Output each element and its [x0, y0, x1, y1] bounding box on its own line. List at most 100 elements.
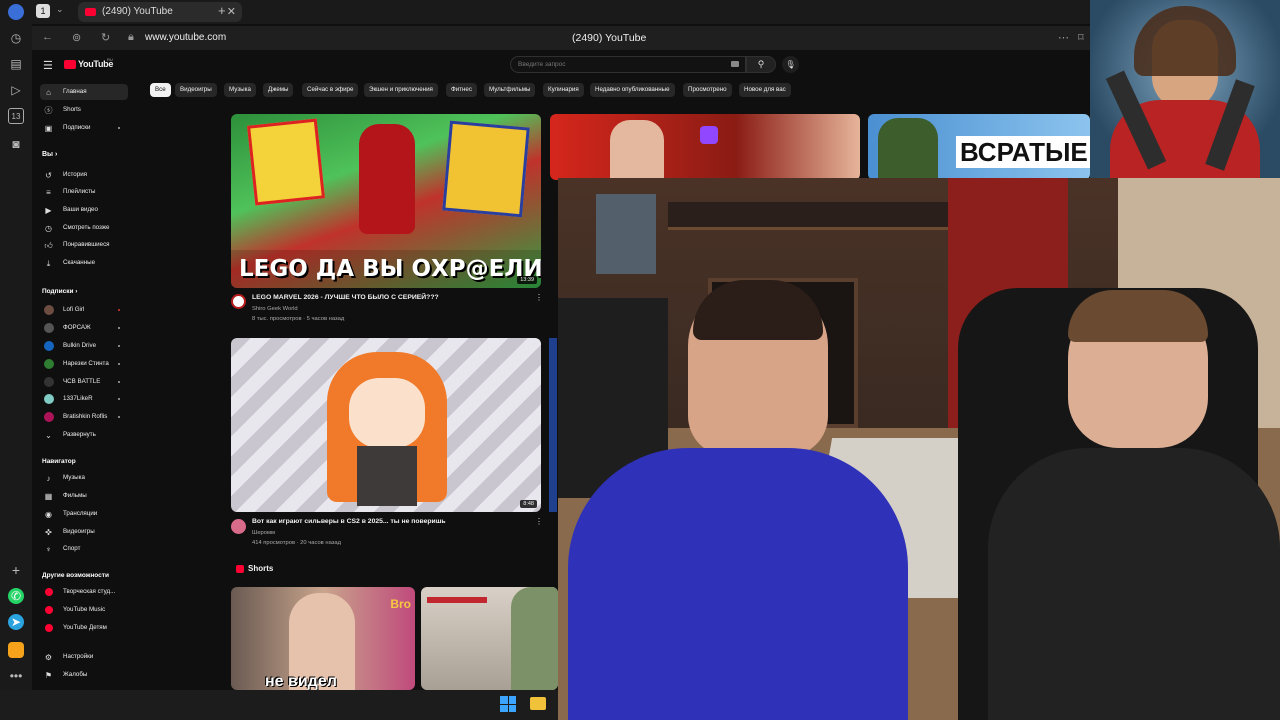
chevron-down-icon[interactable]: ⌄	[56, 4, 64, 15]
you-header[interactable]: Вы ›	[42, 151, 57, 158]
sidebar-item-history[interactable]: ↺ История	[40, 167, 128, 183]
avatar	[44, 394, 54, 404]
live-icon: ◉	[45, 510, 52, 519]
video-thumbnail[interactable]	[549, 338, 557, 512]
chip-cartoons[interactable]: Мультфильмы	[484, 83, 536, 97]
url-field[interactable]: www.youtube.com	[145, 32, 226, 43]
new-tab-icon[interactable]: +	[218, 3, 226, 18]
sidebar-item-watch-later[interactable]: ◷ Смотреть позже	[40, 220, 128, 236]
chip-action[interactable]: Экшен и приключения	[364, 83, 438, 97]
sidebar-sub-stint[interactable]: Нарезки Стинта	[40, 356, 128, 372]
sidebar-item-live[interactable]: ◉ Трансляции	[40, 506, 128, 522]
play-icon[interactable]: ▷	[8, 82, 24, 98]
notes-icon[interactable]: ▤	[8, 56, 24, 72]
more-icon[interactable]: •••	[8, 668, 24, 684]
sidebar-item-studio[interactable]: Творческая студ...	[40, 584, 128, 600]
sidebar-sub-bratishkin[interactable]: Bratishkin Roflis	[40, 409, 128, 425]
sidebar-item-subscriptions[interactable]: ▣ Подписки	[40, 120, 128, 136]
more-options-icon[interactable]: ⋮	[535, 517, 543, 526]
sidebar-item-shorts[interactable]: ⓢ Shorts	[40, 102, 128, 118]
channel-name[interactable]: Шеромм	[252, 530, 275, 536]
microphone-icon[interactable]: 🎙︎	[782, 56, 799, 73]
sidebar-item-playlists[interactable]: ≡ Плейлисты	[40, 184, 128, 200]
browser-logo-icon[interactable]	[8, 4, 24, 20]
video-meta: 414 просмотров · 20 часов назад	[252, 540, 341, 546]
search-button[interactable]: ⚲	[746, 56, 776, 73]
sidebar-item-sport[interactable]: ♆ Спорт	[40, 541, 128, 557]
bookmark-icon[interactable]: ⌑	[1078, 31, 1084, 44]
twitch-icon	[700, 126, 718, 144]
chip-watched[interactable]: Просмотрено	[683, 83, 732, 97]
sidebar-item-music[interactable]: ♪ Музыка	[40, 470, 128, 486]
file-explorer-icon[interactable]	[530, 697, 546, 710]
more-options-icon[interactable]: ⋮	[535, 293, 543, 302]
channel-avatar[interactable]	[231, 294, 246, 309]
chip-all[interactable]: Все	[150, 83, 171, 97]
reload-icon[interactable]: ↻	[101, 31, 110, 44]
sidebar-item-yt-music[interactable]: YouTube Music	[40, 602, 128, 618]
chip-jams[interactable]: Джемы	[263, 83, 294, 97]
video-duration: 8:48	[520, 500, 537, 508]
subscriptions-header[interactable]: Подписки ›	[42, 288, 77, 295]
sidebar-item-settings[interactable]: ⚙ Настройки	[40, 649, 128, 665]
sidebar-sub-lofi[interactable]: Lofi Girl	[40, 302, 128, 318]
close-icon[interactable]: ✕	[227, 2, 236, 22]
avatar	[44, 412, 54, 422]
chip-recent[interactable]: Недавно опубликованные	[590, 83, 675, 97]
chip-fitness[interactable]: Фитнес	[446, 83, 477, 97]
sidebar-item-home[interactable]: ⌂ Главная	[40, 84, 128, 100]
menu-icon[interactable]: ⋯	[1058, 31, 1069, 44]
search-placeholder: Введите запрос	[518, 61, 566, 68]
telegram-icon[interactable]: ➤	[8, 614, 24, 630]
windows-start-icon[interactable]	[500, 696, 516, 712]
chip-music[interactable]: Музыка	[224, 83, 256, 97]
sidebar-sub-1337[interactable]: 1337LikeR	[40, 391, 128, 407]
short-thumbnail[interactable]	[421, 587, 558, 690]
video-thumbnail[interactable]: 8:48	[231, 338, 541, 512]
sidebar-item-your-videos[interactable]: ▶ Ваши видео	[40, 202, 128, 218]
channel-avatar[interactable]	[231, 519, 246, 534]
soldier-image	[878, 118, 938, 180]
chip-videogames[interactable]: Видеоигры	[175, 83, 217, 97]
sidebar-expand[interactable]: ⌄ Развернуть	[40, 427, 128, 443]
film-icon: ▦	[44, 492, 53, 501]
chip-new[interactable]: Новое для вас	[739, 83, 791, 97]
sidebar-sub-battle[interactable]: ЧСВ BATTLE	[40, 374, 128, 390]
video-thumbnail[interactable]: ВСРАТЫЕ	[868, 114, 1090, 180]
more-header: Другие возможности	[42, 572, 109, 579]
sidebar-sub-bulkin[interactable]: Bulkin Drive	[40, 338, 128, 354]
sidebar-item-yt-kids[interactable]: YouTube Детям	[40, 620, 128, 636]
search-input[interactable]: Введите запрос	[510, 56, 746, 73]
home-icon: ⌂	[46, 88, 51, 97]
chip-live[interactable]: Сейчас в эфире	[302, 83, 359, 97]
tab-counter[interactable]: 1	[36, 4, 50, 18]
video-title[interactable]: LEGO MARVEL 2026 - ЛУЧШЕ ЧТО БЫЛО С СЕРИ…	[252, 294, 439, 301]
whatsapp-icon[interactable]: ✆	[8, 588, 24, 604]
sidebar-item-games[interactable]: ✜ Видеоигры	[40, 524, 128, 540]
mail-icon[interactable]	[8, 642, 24, 658]
short-caption: Bro	[390, 597, 411, 611]
add-icon[interactable]: +	[8, 562, 24, 578]
sidebar-sub-forsage[interactable]: ФОРСАЖ	[40, 320, 128, 336]
shield-icon[interactable]: ⊚	[72, 31, 81, 44]
video-thumbnail[interactable]: LEGO ДА ВЫ ОХР@ЕЛИ??? 13:39	[231, 114, 541, 288]
chip-cooking[interactable]: Кулинария	[543, 83, 584, 97]
avatar	[44, 323, 54, 333]
badge-icon[interactable]: 13	[8, 108, 24, 124]
youtube-icon	[85, 8, 96, 16]
hair-image	[1068, 290, 1208, 342]
sidebar-item-feedback[interactable]: ⚑ Жалобы	[40, 667, 128, 683]
portrait-overlay	[1090, 0, 1280, 178]
sidebar-item-films[interactable]: ▦ Фильмы	[40, 488, 128, 504]
sidebar-item-downloads[interactable]: ⤓ Скачанные	[40, 255, 128, 271]
short-thumbnail[interactable]: не видел Bro	[231, 587, 415, 690]
camera-icon[interactable]: ◙	[8, 136, 24, 152]
sidebar-item-liked[interactable]: 👍︎ Понравившиеся	[40, 237, 128, 253]
back-icon[interactable]: ←	[42, 31, 53, 43]
avatar	[44, 341, 54, 351]
channel-name[interactable]: Shiro Geek World	[252, 306, 298, 312]
video-thumbnail[interactable]	[550, 114, 860, 180]
keyboard-icon[interactable]	[731, 61, 739, 67]
history-icon[interactable]: ◷	[8, 30, 24, 46]
video-title[interactable]: Вот как играют сильверы в CS2 в 2025... …	[252, 518, 446, 525]
